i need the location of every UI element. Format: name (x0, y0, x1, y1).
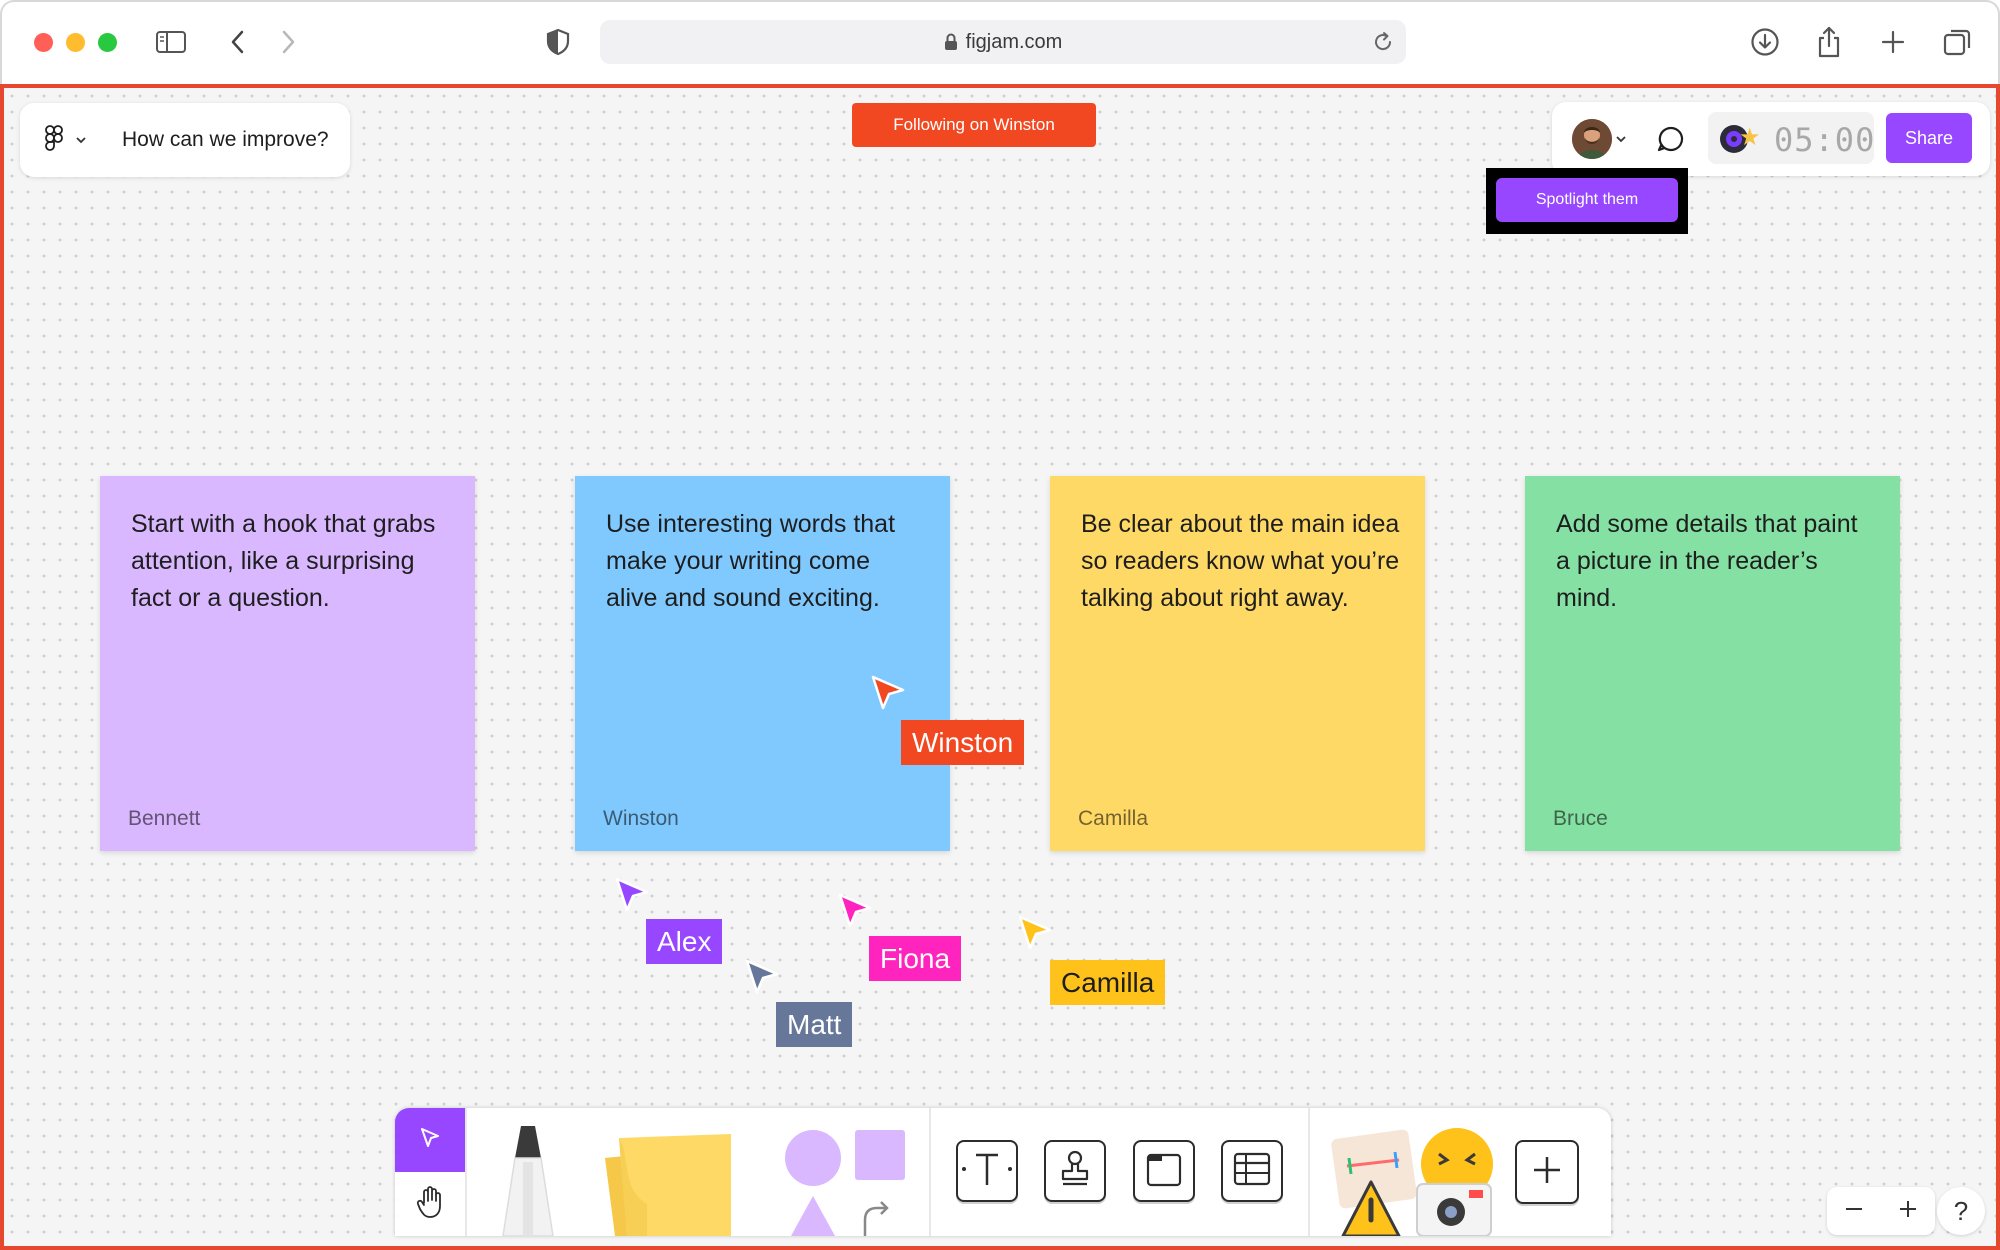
sticky-note[interactable]: Start with a hook that grabs attention, … (100, 476, 475, 851)
cursor-label-alex: Alex (646, 919, 723, 964)
table-icon (1232, 1149, 1272, 1194)
shapes-tool[interactable] (783, 1128, 907, 1236)
url-text: figjam.com (965, 30, 1063, 53)
cursor-winston-icon (870, 674, 906, 717)
toolbar-divider (929, 1108, 931, 1236)
marker-tool[interactable] (495, 1118, 561, 1236)
sidebar-icon[interactable] (151, 22, 191, 62)
sticky-note-tool[interactable] (591, 1128, 761, 1236)
window-close-button[interactable] (34, 33, 53, 52)
star-icon: ★ (1739, 124, 1761, 151)
cursor-camilla-icon (1017, 914, 1053, 957)
sticky-note[interactable]: Be clear about the main idea so readers … (1050, 476, 1425, 851)
cursor-label-camilla: Camilla (1050, 960, 1166, 1005)
cursor-arrow-icon (419, 1126, 441, 1155)
toolbar-divider (1308, 1108, 1310, 1236)
plus-icon (1531, 1154, 1563, 1191)
zoom-out-button[interactable] (1827, 1187, 1881, 1235)
hand-tool[interactable] (395, 1172, 465, 1236)
address-bar[interactable]: figjam.com (600, 20, 1406, 64)
share-button[interactable]: Share (1886, 113, 1972, 163)
avatar[interactable] (1572, 119, 1612, 159)
main-menu-button[interactable] (44, 124, 100, 157)
select-tool[interactable] (395, 1108, 465, 1172)
sticky-note-text: Start with a hook that grabs attention, … (131, 510, 436, 612)
window-maximize-button[interactable] (98, 33, 117, 52)
lock-icon (944, 33, 958, 51)
timer-widget[interactable]: ★ 05:00 (1708, 112, 1874, 164)
spotlight-popover: Spotlight them (1486, 168, 1688, 234)
forward-icon[interactable] (268, 22, 308, 62)
browser-toolbar: figjam.com (0, 0, 2000, 84)
file-title[interactable]: How can we improve? (122, 128, 329, 152)
marker-icon (495, 1126, 561, 1236)
stamp-tool[interactable] (1044, 1140, 1106, 1202)
sticky-note[interactable]: Add some details that paint a picture in… (1525, 476, 1900, 851)
reload-icon[interactable] (1372, 31, 1394, 53)
file-menu-pill: How can we improve? (20, 103, 350, 177)
new-tab-icon[interactable] (1873, 22, 1913, 62)
sticky-note-text: Be clear about the main idea so readers … (1081, 510, 1400, 612)
figma-logo-icon (44, 124, 64, 157)
more-tools-button[interactable] (1515, 1140, 1579, 1204)
following-banner[interactable]: Following on Winston (852, 103, 1096, 147)
cursor-fiona-icon (837, 892, 873, 935)
section-icon (1144, 1149, 1184, 1194)
chevron-down-icon (76, 131, 86, 149)
text-tool[interactable] (956, 1140, 1018, 1202)
comment-icon[interactable] (1656, 124, 1686, 159)
tabs-overview-icon[interactable] (1937, 22, 1977, 62)
shield-icon[interactable] (538, 22, 578, 62)
stickers-icon (1329, 1128, 1509, 1236)
table-tool[interactable] (1221, 1140, 1283, 1202)
help-button[interactable]: ? (1937, 1187, 1985, 1235)
cursor-label-matt: Matt (776, 1002, 853, 1047)
timer-display: 05:00 (1774, 121, 1876, 159)
text-icon (962, 1149, 1012, 1194)
sticky-note-author: Camilla (1078, 807, 1149, 830)
share-icon[interactable] (1809, 22, 1849, 62)
cursor-label-fiona: Fiona (869, 936, 962, 981)
spotlight-button[interactable]: Spotlight them (1496, 178, 1678, 222)
minus-icon (1844, 1199, 1864, 1224)
toolbar-divider (465, 1108, 467, 1236)
collaboration-pill: ★ 05:00 Share (1552, 102, 1990, 176)
bottom-toolbar (395, 1108, 1611, 1236)
chevron-down-icon[interactable] (1616, 130, 1626, 148)
section-tool[interactable] (1133, 1140, 1195, 1202)
zoom-in-button[interactable] (1881, 1187, 1935, 1235)
window-minimize-button[interactable] (66, 33, 85, 52)
cursor-alex-icon (614, 876, 650, 919)
figjam-canvas[interactable]: How can we improve? Following on Winston… (0, 84, 2000, 1250)
stamp-icon (1058, 1149, 1092, 1194)
sticky-note-author: Winston (603, 807, 679, 830)
sticky-note-text: Use interesting words that make your wri… (606, 510, 896, 612)
sticky-note-author: Bennett (128, 807, 201, 830)
cursor-matt-icon (744, 958, 780, 1001)
sticky-note[interactable]: Use interesting words that make your wri… (575, 476, 950, 851)
sticky-note-author: Bruce (1553, 807, 1608, 830)
sticky-note-text: Add some details that paint a picture in… (1556, 510, 1858, 612)
plus-icon (1898, 1199, 1918, 1224)
cursor-label-winston: Winston (901, 720, 1025, 765)
zoom-controls (1827, 1187, 1935, 1235)
download-icon[interactable] (1745, 22, 1785, 62)
shapes-icon (783, 1130, 907, 1236)
back-icon[interactable] (218, 22, 258, 62)
sticky-note-icon (591, 1134, 761, 1236)
hand-icon (415, 1185, 445, 1224)
stickers-tool[interactable] (1329, 1124, 1509, 1236)
